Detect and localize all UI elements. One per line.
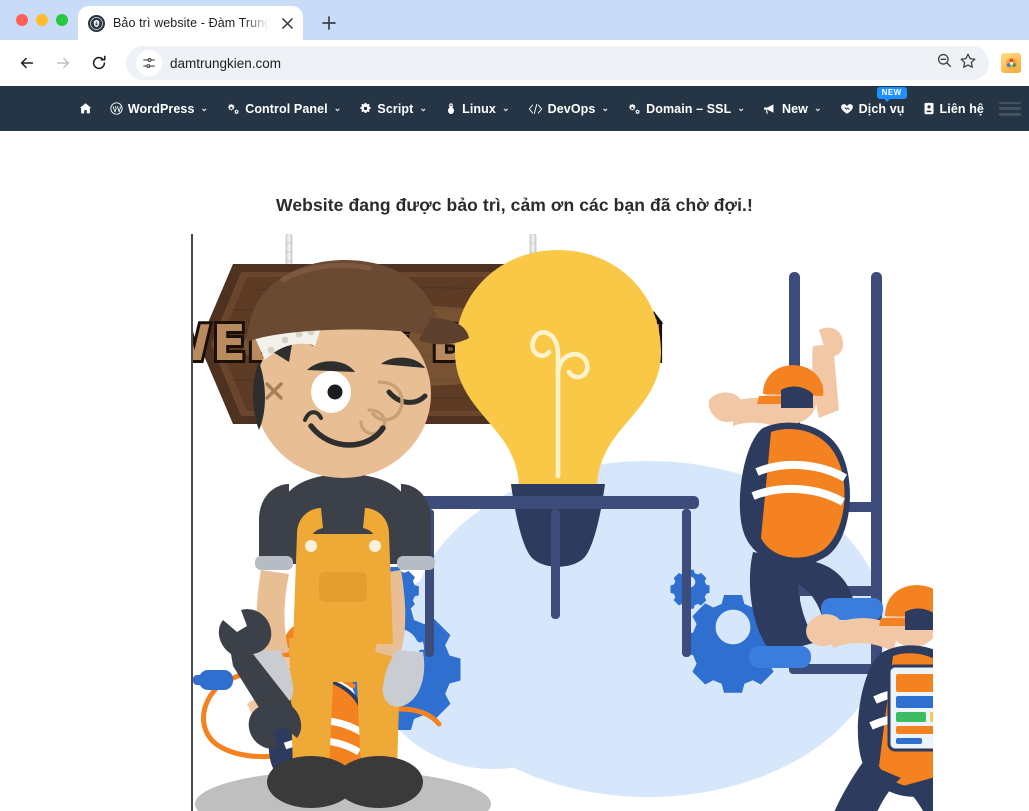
gears-icon	[627, 102, 641, 115]
url-text[interactable]: damtrungkien.com	[170, 56, 928, 71]
extension-icon[interactable]	[1001, 53, 1021, 73]
close-tab-button[interactable]	[277, 13, 297, 33]
chevron-down-icon: ⌄	[814, 103, 822, 113]
browser-tab[interactable]: Bảo trì website - Đàm Trung K	[78, 6, 303, 40]
tab-title: Bảo trì website - Đàm Trung K	[113, 16, 269, 30]
hamburger-icon[interactable]	[999, 101, 1021, 116]
forward-button[interactable]	[46, 46, 80, 80]
tab-strip: Bảo trì website - Đàm Trung K	[0, 0, 1029, 40]
browser-window: Bảo trì website - Đàm Trung K damtrungki…	[0, 0, 1029, 811]
chevron-down-icon: ⌄	[200, 103, 209, 113]
nav-item-control-panel[interactable]: Control Panel ⌄	[217, 96, 350, 122]
new-tab-button[interactable]	[315, 9, 343, 37]
nav-item-devops[interactable]: DevOps ⌄	[519, 96, 619, 122]
nav-item-script[interactable]: Script ⌄	[350, 96, 436, 122]
page-viewport: WordPress ⌄ Control Panel ⌄ Script ⌄ Lin…	[0, 86, 1029, 811]
heart-handshake-icon	[840, 102, 854, 115]
close-window-button[interactable]	[16, 14, 28, 26]
nav-item-label: New	[782, 101, 809, 116]
nav-item-label: WordPress	[127, 101, 195, 116]
nav-item-label: Dịch vụ	[858, 101, 905, 116]
site-nav-items: WordPress ⌄ Control Panel ⌄ Script ⌄ Lin…	[70, 86, 1023, 122]
home-icon	[79, 102, 92, 115]
wordpress-icon	[110, 102, 123, 115]
cog-icon	[359, 102, 372, 115]
window-controls	[12, 0, 78, 40]
zoom-out-icon[interactable]	[936, 52, 953, 74]
bookmark-star-icon[interactable]	[959, 52, 977, 75]
chevron-down-icon: ⌄	[333, 103, 342, 113]
chevron-down-icon: ⌄	[737, 103, 745, 113]
nav-item-label: DevOps	[547, 101, 596, 116]
linux-tux-icon	[445, 102, 457, 115]
chevron-down-icon: ⌄	[419, 103, 428, 113]
omnibox-actions	[936, 52, 977, 75]
chevron-down-icon: ⌄	[501, 103, 510, 113]
maintenance-illustration-svg: WEBSITE BẢO TRÌ	[193, 234, 933, 811]
site-navigation-bar: WordPress ⌄ Control Panel ⌄ Script ⌄ Lin…	[0, 86, 1029, 131]
website-maintenance-illustration: WEBSITE BẢO TRÌ	[193, 234, 933, 811]
back-button[interactable]	[10, 46, 44, 80]
nav-item-lien-he[interactable]: Liên hệ	[914, 96, 993, 122]
nav-item-label: Linux	[462, 101, 496, 116]
maintenance-quote-block: WEBSITE BẢO TRÌ	[191, 234, 1029, 811]
new-badge: NEW	[876, 86, 907, 102]
minimize-window-button[interactable]	[36, 14, 48, 26]
nav-item-domain-ssl[interactable]: Domain – SSL ⌄	[618, 96, 754, 122]
maximize-window-button[interactable]	[56, 14, 68, 26]
chevron-down-icon: ⌄	[601, 103, 610, 113]
site-shield-favicon	[88, 14, 105, 32]
nav-item-linux[interactable]: Linux ⌄	[436, 96, 519, 122]
nav-item-dich-vu[interactable]: Dịch vụ NEW	[831, 86, 914, 122]
gears-icon	[226, 102, 240, 115]
reload-button[interactable]	[82, 46, 116, 80]
bullhorn-icon	[763, 103, 777, 115]
address-bar[interactable]: damtrungkien.com	[126, 46, 989, 80]
page-title: Website đang được bảo trì, cảm ơn các bạ…	[276, 195, 753, 215]
tune-icon[interactable]	[136, 50, 162, 76]
nav-item-new[interactable]: New ⌄	[754, 96, 831, 122]
code-icon	[528, 103, 543, 115]
nav-item-label: Control Panel	[245, 101, 328, 116]
nav-item-label: Domain – SSL	[646, 101, 732, 116]
nav-item-label: Script	[377, 101, 414, 116]
nav-item-label: Liên hệ	[939, 101, 984, 116]
contact-card-icon	[923, 102, 935, 115]
nav-item-wordpress[interactable]: WordPress ⌄	[101, 96, 217, 122]
browser-toolbar: damtrungkien.com	[0, 40, 1029, 86]
nav-item-home[interactable]	[70, 96, 101, 121]
